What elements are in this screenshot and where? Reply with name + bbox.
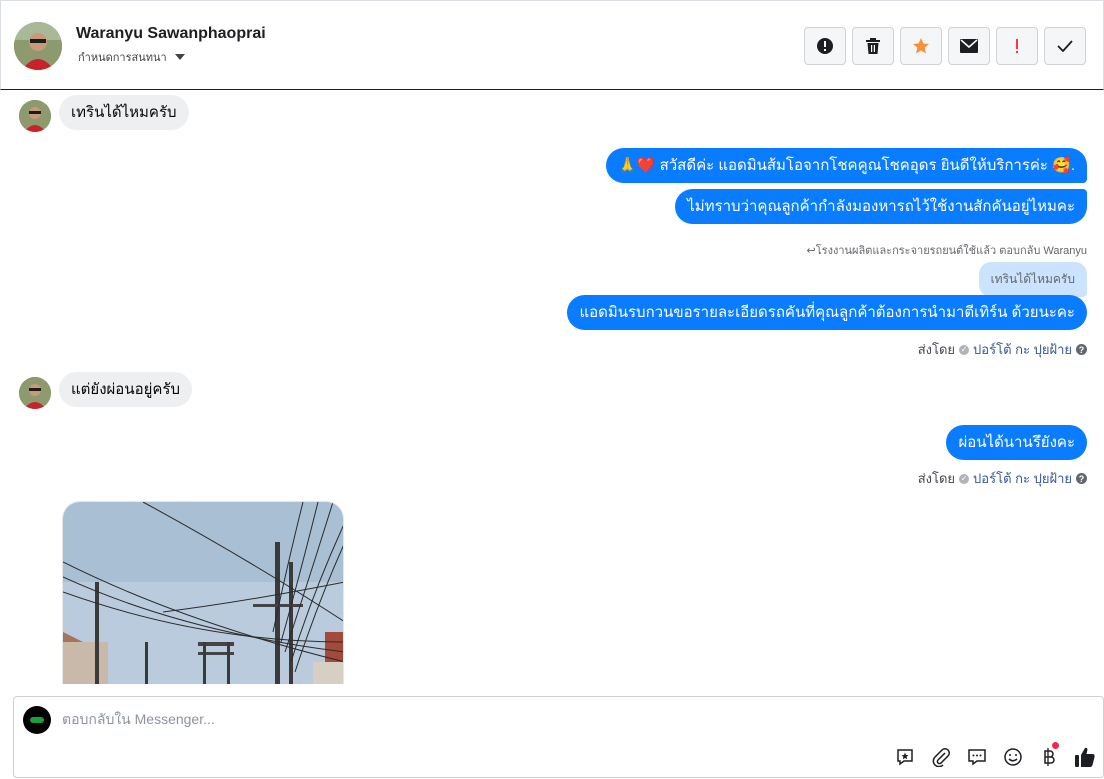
envelope-icon	[960, 39, 978, 53]
verified-icon: ✓	[959, 344, 970, 355]
delete-button[interactable]	[852, 27, 894, 65]
payment-button[interactable]	[1031, 742, 1067, 769]
attachment-icon	[932, 748, 950, 767]
outgoing-message: 🙏❤️ สวัสดีค่ะ แอดมินส้มโอจากโชคคูณโชคอุด…	[606, 148, 1087, 183]
incoming-photo[interactable]	[62, 501, 344, 684]
saved-reply-button[interactable]	[887, 745, 923, 769]
reply-composer	[13, 696, 1104, 778]
attachment-button[interactable]	[923, 745, 959, 769]
contact-avatar[interactable]	[14, 22, 62, 70]
mark-done-button[interactable]	[1044, 27, 1086, 65]
mark-spam-button[interactable]	[804, 27, 846, 65]
outgoing-message: ไม่ทราบว่าคุณลูกค้ากำลังมองหารถไว้ใช้งาน…	[675, 189, 1087, 224]
page-avatar	[23, 706, 51, 734]
verified-icon: ✓	[959, 473, 970, 484]
star-icon	[913, 38, 929, 54]
trash-icon	[866, 38, 880, 54]
header-actions	[804, 27, 1086, 65]
sent-by-label: ส่งโดย	[917, 342, 956, 357]
reply-context: ↩โรงงานผลิตและกระจายรถยนต์ใช้แล้ว ตอบกลั…	[807, 241, 1087, 259]
alert-circle-icon	[817, 38, 833, 54]
star-button[interactable]	[900, 27, 942, 65]
label-select-text: กำหนดการสนทนา	[78, 52, 167, 64]
agent-name[interactable]: ปอร์โต้ กะ ปุยฝ้าย	[973, 339, 1072, 360]
like-button[interactable]	[1067, 745, 1103, 769]
message-template-button[interactable]	[959, 745, 995, 769]
sent-by-info: ส่งโดย ✓ ปอร์โต้ กะ ปุยฝ้าย ?	[918, 339, 1087, 360]
contact-avatar-small	[19, 100, 51, 132]
message-thread[interactable]: เทรินได้ไหมครับ 🙏❤️ สวัสดีค่ะ แอดมินส้มโ…	[0, 90, 1104, 684]
incoming-message: แต่ยังผ่อนอยู่ครับ	[59, 372, 192, 407]
saved-reply-icon	[897, 749, 913, 766]
reply-arrow-icon: ↩	[806, 245, 816, 257]
help-icon[interactable]: ?	[1076, 473, 1087, 484]
incoming-message: เทรินได้ไหมครับ	[59, 95, 189, 130]
notification-dot	[1052, 742, 1059, 749]
sent-by-label: ส่งโดย	[917, 471, 956, 486]
outgoing-message: แอดมินรบกวนขอรายละเอียดรถคันที่คุณลูกค้า…	[567, 295, 1087, 330]
checkmark-icon	[1057, 40, 1073, 52]
thumbs-up-icon	[1075, 747, 1095, 767]
conversation-label-dropdown[interactable]: กำหนดการสนทนา	[78, 48, 185, 66]
contact-avatar-small	[19, 377, 51, 409]
emoji-icon	[1004, 748, 1022, 766]
emoji-button[interactable]	[995, 745, 1031, 769]
sent-by-info: ส่งโดย ✓ ปอร์โต้ กะ ปุยฝ้าย ?	[918, 468, 1087, 489]
message-input[interactable]	[62, 711, 962, 727]
message-icon	[968, 749, 986, 766]
outgoing-message: ผ่อนได้นานรึยังคะ	[946, 425, 1087, 460]
contact-name[interactable]: Waranyu Sawanphaoprai	[76, 25, 266, 43]
reply-context-text: โรงงานผลิตและกระจายรถยนต์ใช้แล้ว ตอบกลับ…	[815, 245, 1087, 257]
baht-payment-icon	[1044, 748, 1055, 766]
mark-unread-button[interactable]	[948, 27, 990, 65]
composer-tools	[887, 742, 1103, 769]
caret-down-icon	[174, 54, 185, 60]
exclamation-icon	[1016, 39, 1018, 53]
agent-name[interactable]: ปอร์โต้ กะ ปุยฝ้าย	[973, 468, 1072, 489]
follow-up-button[interactable]	[996, 27, 1038, 65]
quoted-message[interactable]: เทรินได้ไหมครับ	[978, 262, 1087, 297]
help-icon[interactable]: ?	[1076, 344, 1087, 355]
conversation-header: Waranyu Sawanphaoprai กำหนดการสนทนา	[0, 0, 1104, 90]
